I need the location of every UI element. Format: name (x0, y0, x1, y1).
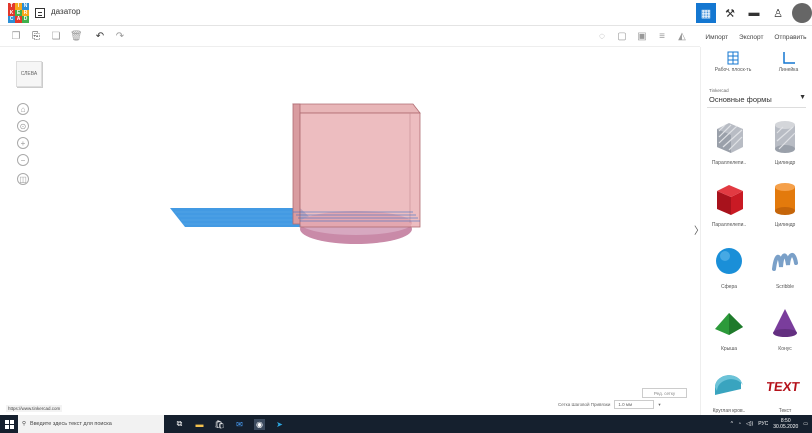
divider (707, 107, 806, 108)
delete-icon[interactable]: 🗑 (70, 31, 83, 43)
workplane-canvas[interactable]: СЛЕВА ⌂ ⊙ + − ◫ Ред. сетку Сетка Шаговой… (0, 47, 700, 415)
shape-box[interactable]: Параллелепи.. (701, 177, 757, 239)
caret-down-icon[interactable]: ▼ (799, 94, 806, 101)
store-icon[interactable]: 🛍 (214, 419, 225, 430)
logo-letter: A (15, 16, 22, 23)
redo-icon[interactable]: ↷ (114, 31, 126, 43)
briefcase-icon[interactable]: ▬ (744, 3, 764, 23)
shape-scribble[interactable]: Scribble (757, 239, 812, 301)
snap-grid-label: Сетка Шаговой Привязки (558, 402, 611, 407)
logo-letter: C (8, 16, 15, 23)
box-front (299, 112, 421, 228)
search-placeholder: Введите здесь текст для поиска (30, 421, 112, 427)
notifications-icon[interactable]: ▭ (803, 421, 808, 427)
import-button[interactable]: Импорт (705, 34, 728, 41)
snap-grid-control: Сетка Шаговой Привязки 1.0 мм ▾ (558, 400, 661, 409)
volume-icon[interactable]: ◁)) (746, 421, 753, 427)
add-user-icon[interactable]: ♙ (768, 3, 788, 23)
status-url: https://www.tinkercad.com (6, 405, 63, 412)
telegram-icon[interactable]: ➤ (274, 419, 285, 430)
tinkercad-logo[interactable]: TINKERCAD (8, 3, 29, 23)
logo-letter: D (22, 16, 29, 23)
ruler-icon (782, 52, 795, 64)
grid-view-icon[interactable]: ▦ (696, 3, 716, 23)
system-tray: ^ ◔ ◁)) РУС 8:50 30.05.2020 ▭ (731, 415, 808, 433)
network-icon[interactable]: ◔ (738, 421, 741, 427)
chrome-icon[interactable]: ◉ (254, 418, 265, 430)
windows-start-icon[interactable] (0, 415, 18, 433)
import-export-bar: Импорт Экспорт Отправить (700, 27, 812, 47)
windows-taskbar: ⚲ Введите здесь текст для поиска ⧉ ▬ 🛍 ✉… (0, 415, 812, 433)
avatar[interactable] (792, 3, 812, 23)
menu-icon[interactable] (35, 8, 45, 18)
round-roof-icon (715, 375, 743, 395)
scene-3d[interactable] (0, 47, 700, 415)
edit-grid-button[interactable]: Ред. сетку (642, 388, 687, 398)
send-button[interactable]: Отправить (774, 34, 806, 41)
panel-tools: Рабоч. плоск-ть Линейка (701, 47, 812, 83)
workplane-icon (727, 51, 739, 65)
ruler-button[interactable]: Линейка (778, 51, 799, 83)
language-indicator[interactable]: РУС (758, 421, 768, 427)
logo-letter: R (22, 9, 29, 17)
light-bulb-icon[interactable]: ◌ (596, 31, 608, 43)
mirror-icon[interactable]: ◭ (676, 31, 688, 43)
search-icon: ⚲ (22, 421, 27, 427)
undo-icon[interactable]: ↶ (94, 31, 106, 43)
library-source-label: Tinkercad (709, 88, 729, 93)
edit-toolbar: ❐ ⎘ ❏ 🗑 ↶ ↷ ◌ ▢ ▣ ≡ ◭ (0, 27, 700, 47)
shape-sphere[interactable]: Сфера (701, 239, 757, 301)
chevron-up-icon[interactable]: ^ (731, 421, 733, 427)
logo-letter: K (8, 9, 15, 17)
cylinder-icon (775, 183, 795, 215)
svg-text:TEXT: TEXT (767, 379, 801, 394)
workplane-button[interactable]: Рабоч. плоск-ть (714, 51, 752, 83)
group-icon[interactable]: ▢ (616, 31, 628, 43)
duplicate-icon[interactable]: ❏ (50, 31, 62, 43)
logo-letter: N (22, 3, 29, 10)
sphere-icon (716, 248, 742, 274)
scribble-icon (772, 253, 798, 271)
top-header: TINKERCAD дазатор ▦ ⚒ ▬ ♙ (0, 0, 812, 26)
tinkercad-app: TINKERCAD дазатор ▦ ⚒ ▬ ♙ ❐ ⎘ ❏ 🗑 ↶ ↷ ◌ … (0, 0, 812, 433)
box-icon (717, 185, 743, 215)
clock-date: 30.05.2020 (773, 424, 799, 430)
logo-letter: E (15, 9, 22, 17)
paste-icon[interactable]: ⎘ (30, 31, 42, 43)
box-side (292, 103, 301, 225)
shape-box-hole[interactable]: Параллелепи.. (701, 115, 757, 177)
box-hole-icon (717, 123, 743, 153)
project-name[interactable]: дазатор (51, 7, 80, 16)
task-view-icon[interactable]: ⧉ (174, 419, 185, 430)
logo-letter: T (8, 3, 15, 10)
roof-icon (715, 313, 743, 335)
shape-roof[interactable]: Крыша (701, 301, 757, 363)
chevron-down-icon[interactable]: ▾ (658, 402, 660, 408)
mail-icon[interactable]: ✉ (234, 419, 245, 430)
clock[interactable]: 8:50 30.05.2020 (773, 418, 798, 430)
shape-cylinder[interactable]: Цилиндр (757, 177, 812, 239)
file-explorer-icon[interactable]: ▬ (194, 419, 205, 430)
cylinder-hole-icon (775, 121, 796, 153)
shape-cone[interactable]: Конус (757, 301, 812, 363)
logo-letter: I (15, 3, 22, 10)
cone-icon (773, 309, 797, 337)
taskbar-apps: ⧉ ▬ 🛍 ✉ ◉ ➤ (174, 418, 285, 430)
shapes-panel: Рабоч. плоск-ть Линейка Tinkercad Основн… (700, 47, 812, 415)
ruler-label: Линейка (778, 67, 799, 73)
taskbar-search[interactable]: ⚲ Введите здесь текст для поиска (18, 415, 164, 433)
hammer-icon[interactable]: ⚒ (720, 3, 740, 23)
snap-grid-select[interactable]: 1.0 мм (614, 400, 655, 409)
text-icon: TEXT (767, 379, 801, 394)
copy-icon[interactable]: ❐ (10, 31, 22, 43)
header-actions: ▦ ⚒ ▬ ♙ (696, 3, 812, 23)
export-button[interactable]: Экспорт (739, 34, 763, 41)
workplane-label: Рабоч. плоск-ть (714, 67, 752, 73)
box-top (292, 103, 421, 114)
shape-cylinder-hole[interactable]: Цилиндр (757, 115, 812, 177)
ungroup-icon[interactable]: ▣ (636, 31, 648, 43)
library-select[interactable]: Основные формы (709, 95, 772, 104)
align-icon[interactable]: ≡ (656, 31, 668, 43)
